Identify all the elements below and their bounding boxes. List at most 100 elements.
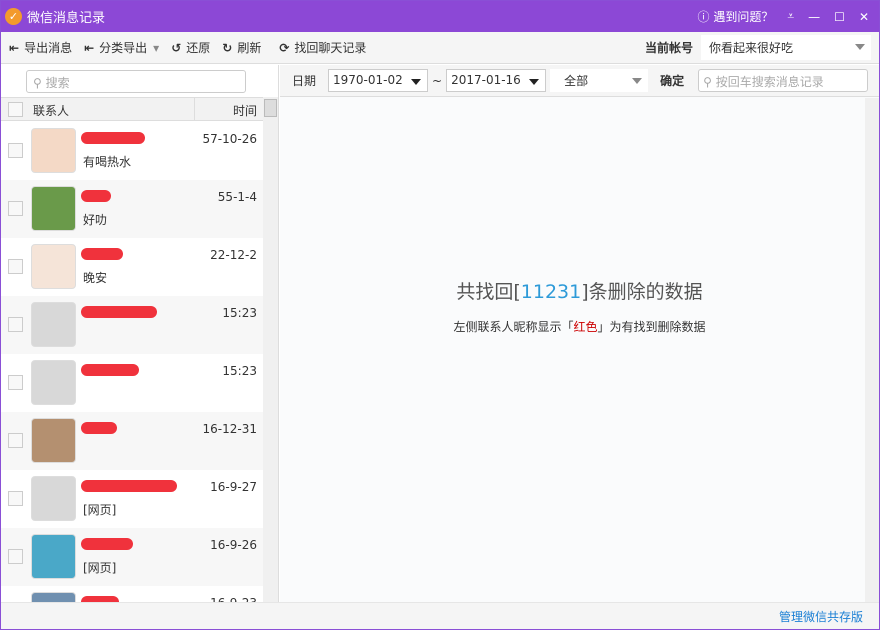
avatar	[31, 186, 76, 231]
confirm-button[interactable]: 确定	[660, 72, 684, 89]
contact-last-message: [网页]	[83, 559, 116, 576]
search-icon: ⚲	[33, 76, 42, 90]
refresh-button[interactable]: ↻ 刷新	[222, 39, 261, 56]
contact-checkbox[interactable]	[8, 491, 23, 506]
chevron-down-icon	[632, 78, 642, 89]
hint-a: 左侧联系人昵称显示「	[453, 320, 573, 334]
window-title: 微信消息记录	[27, 7, 105, 26]
scrollbar[interactable]	[865, 98, 879, 603]
chevron-down-icon	[855, 44, 865, 55]
redacted-name	[81, 248, 123, 260]
recover-button[interactable]: ⟳找回聊天记录	[279, 39, 366, 56]
refresh-icon: ↻	[222, 41, 232, 55]
avatar	[31, 128, 76, 173]
contact-time: 16-9-26	[210, 538, 257, 552]
help-link[interactable]: ⓘ 遇到问题？	[698, 8, 774, 25]
contact-checkbox[interactable]	[8, 201, 23, 216]
contact-row[interactable]: 16-9-26 [网页]	[1, 528, 263, 586]
contact-row[interactable]: 16-9-27 [网页]	[1, 470, 263, 528]
contact-row[interactable]: 57-10-26 有喝热水	[1, 122, 263, 180]
chevron-down-icon	[529, 79, 539, 90]
contact-row[interactable]: 15:23	[1, 354, 263, 412]
avatar	[31, 302, 76, 347]
redacted-name	[81, 132, 145, 144]
export-icon: ⇤	[84, 41, 94, 55]
result-summary: 共找回[11231]条删除的数据 左侧联系人昵称显示「红色」为有找到删除数据	[280, 277, 879, 335]
message-search-input[interactable]: ⚲ 按回车搜索消息记录	[698, 69, 868, 92]
minimize-button[interactable]: —	[808, 10, 820, 24]
recovered-count: 11231	[521, 281, 581, 303]
refresh-label: 刷新	[237, 39, 261, 56]
list-header: 联系人 时间	[1, 97, 263, 121]
maximize-button[interactable]: ☐	[834, 10, 845, 24]
contact-time: 15:23	[222, 306, 257, 320]
type-value: 全部	[564, 74, 588, 88]
export-icon: ⇤	[9, 41, 19, 55]
skin-icon[interactable]: ⩡	[787, 9, 794, 24]
contact-row[interactable]: 16-12-31	[1, 412, 263, 470]
avatar	[31, 534, 76, 579]
contact-row[interactable]: 55-1-4 好叻	[1, 180, 263, 238]
hint-red: 红色	[573, 320, 597, 334]
contact-search-input[interactable]: ⚲ 搜索	[26, 70, 246, 93]
manage-coexist-link[interactable]: 管理微信共存版	[779, 608, 863, 625]
title-bar: ✓ 微信消息记录 ⓘ 遇到问题？ ⩡ — ☐ ✕	[1, 1, 879, 32]
contact-panel: ⚲ 搜索 联系人 时间 57-10-26 有喝热水 55-1-4 好叻 22-1…	[1, 65, 279, 603]
help-label: 遇到问题？	[713, 10, 773, 24]
contact-time: 22-12-2	[210, 248, 257, 262]
date-label: 日期	[292, 72, 316, 89]
contact-time: 57-10-26	[203, 132, 257, 146]
category-export-label: 分类导出	[99, 39, 147, 56]
restore-label: 还原	[186, 39, 210, 56]
contact-checkbox[interactable]	[8, 143, 23, 158]
export-button[interactable]: ⇤ 导出消息	[9, 39, 72, 56]
contact-time: 55-1-4	[218, 190, 257, 204]
contact-checkbox[interactable]	[8, 317, 23, 332]
result-hint: 左侧联系人昵称显示「红色」为有找到删除数据	[280, 318, 879, 335]
contact-time: 16-12-31	[203, 422, 257, 436]
result-headline: 共找回[11231]条删除的数据	[280, 277, 879, 304]
contact-row[interactable]: 16-9-23	[1, 586, 263, 603]
close-button[interactable]: ✕	[859, 10, 869, 24]
account-select[interactable]: 你看起来很好吃	[701, 35, 871, 60]
select-all-checkbox[interactable]	[8, 102, 23, 117]
avatar	[31, 360, 76, 405]
export-label: 导出消息	[24, 39, 72, 56]
scrollbar[interactable]	[263, 97, 278, 603]
column-time[interactable]: 时间	[233, 102, 257, 119]
app-logo-icon: ✓	[5, 8, 22, 25]
category-export-button[interactable]: ⇤ 分类导出 ▾	[84, 39, 159, 56]
chevron-down-icon: ▾	[153, 41, 159, 55]
column-contact[interactable]: 联系人	[33, 102, 69, 119]
contact-last-message: 晚安	[83, 269, 107, 286]
contact-checkbox[interactable]	[8, 433, 23, 448]
search-icon: ⚲	[703, 75, 712, 89]
date-to-select[interactable]: 2017-01-16	[446, 69, 546, 92]
contact-row[interactable]: 15:23	[1, 296, 263, 354]
headline-suffix: ]条删除的数据	[581, 281, 702, 303]
footer: 管理微信共存版	[1, 602, 879, 629]
avatar	[31, 476, 76, 521]
restore-button[interactable]: ↺还原	[171, 39, 210, 56]
contact-last-message: 好叻	[83, 211, 107, 228]
contact-last-message: 有喝热水	[83, 153, 131, 170]
contact-checkbox[interactable]	[8, 259, 23, 274]
hint-b: 」为有找到删除数据	[598, 320, 706, 334]
contact-checkbox[interactable]	[8, 549, 23, 564]
date-separator: ~	[432, 74, 442, 88]
type-select[interactable]: 全部	[550, 69, 648, 92]
redacted-name	[81, 306, 157, 318]
redacted-name	[81, 480, 177, 492]
result-panel: 日期 1970-01-02 ~ 2017-01-16 全部 确定 ⚲ 按回车搜索…	[280, 65, 879, 603]
sync-icon: ⟳	[279, 41, 289, 55]
avatar	[31, 418, 76, 463]
message-search-placeholder: 按回车搜索消息记录	[716, 75, 824, 89]
redacted-name	[81, 364, 139, 376]
date-from-select[interactable]: 1970-01-02	[328, 69, 428, 92]
filter-bar: 日期 1970-01-02 ~ 2017-01-16 全部 确定 ⚲ 按回车搜索…	[280, 65, 879, 97]
contact-checkbox[interactable]	[8, 375, 23, 390]
redacted-name	[81, 538, 133, 550]
contact-row[interactable]: 22-12-2 晚安	[1, 238, 263, 296]
account-value: 你看起来很好吃	[709, 41, 793, 55]
headline-prefix: 共找回[	[456, 281, 520, 303]
